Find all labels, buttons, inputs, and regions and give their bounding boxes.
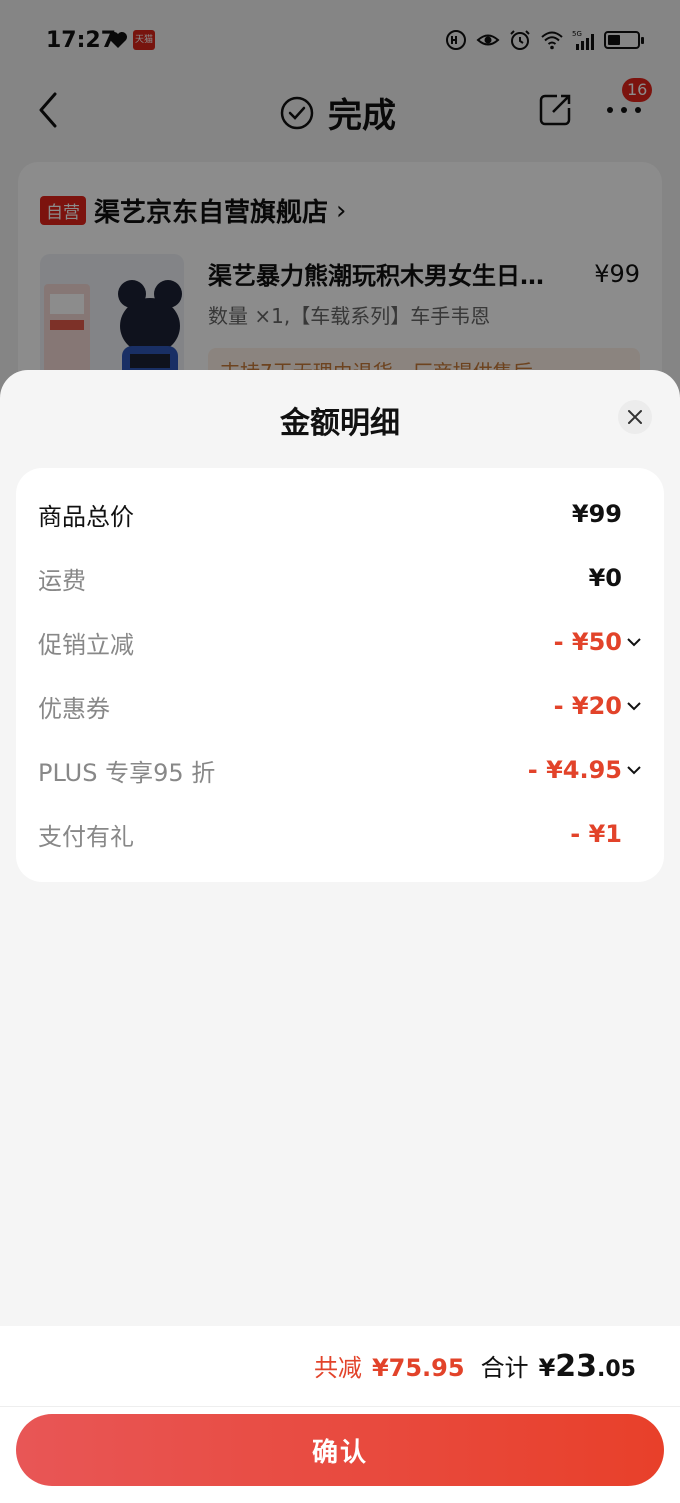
row-label: 促销立减 <box>38 630 134 659</box>
row-label: PLUS 专享95 折 <box>38 758 216 787</box>
amount-detail-card: 商品总价 ¥99 运费 ¥0 促销立减 - ¥50 优惠券 - ¥20 PLUS… <box>16 468 664 882</box>
amount-detail-sheet: 金额明细 商品总价 ¥99 运费 ¥0 促销立减 - ¥50 优惠券 - ¥20 <box>0 370 680 1503</box>
row-coupon[interactable]: 优惠券 - ¥20 <box>38 686 642 726</box>
divider <box>0 1406 680 1407</box>
row-promo-discount[interactable]: 促销立减 - ¥50 <box>38 622 642 662</box>
confirm-button[interactable]: 确认 <box>16 1414 664 1486</box>
total-decimal: .05 <box>597 1357 636 1382</box>
modal-overlay[interactable] <box>0 0 680 420</box>
row-value: - ¥50 <box>553 628 622 656</box>
row-value: - ¥20 <box>553 692 622 720</box>
row-payment-gift: 支付有礼 - ¥1 <box>38 814 642 854</box>
chevron-down-icon[interactable] <box>626 701 642 711</box>
close-icon <box>628 410 642 424</box>
bottom-bar: 共减 ¥75.95 合计 ¥23.05 确认 <box>0 1326 680 1503</box>
row-value: - ¥4.95 <box>527 756 622 784</box>
row-value: ¥99 <box>571 500 622 528</box>
row-label: 优惠券 <box>38 694 110 723</box>
total-currency: ¥ <box>538 1354 556 1382</box>
chevron-down-icon[interactable] <box>626 637 642 647</box>
row-plus-discount[interactable]: PLUS 专享95 折 - ¥4.95 <box>38 750 642 790</box>
row-value: - ¥1 <box>570 820 622 848</box>
row-value-group: - ¥4.95 <box>528 756 642 784</box>
total-int: 23 <box>555 1349 598 1384</box>
total-reduce-value: ¥75.95 <box>371 1354 465 1382</box>
order-summary: 共减 ¥75.95 合计 ¥23.05 <box>314 1348 636 1384</box>
row-shipping: 运费 ¥0 <box>38 558 642 598</box>
row-label: 运费 <box>38 566 86 595</box>
sheet-title: 金额明细 <box>280 406 400 441</box>
total-amount: ¥23.05 <box>539 1349 636 1384</box>
row-goods-total: 商品总价 ¥99 <box>38 494 642 534</box>
chevron-down-icon[interactable] <box>626 765 642 775</box>
row-value: ¥0 <box>588 564 622 592</box>
row-label: 商品总价 <box>38 502 134 531</box>
row-value-group: - ¥20 <box>554 692 642 720</box>
row-value-group: - ¥50 <box>554 628 642 656</box>
close-button[interactable] <box>618 400 652 434</box>
total-reduce-label: 共减 <box>313 1354 362 1382</box>
row-label: 支付有礼 <box>38 822 134 851</box>
total-label: 合计 <box>480 1354 529 1382</box>
